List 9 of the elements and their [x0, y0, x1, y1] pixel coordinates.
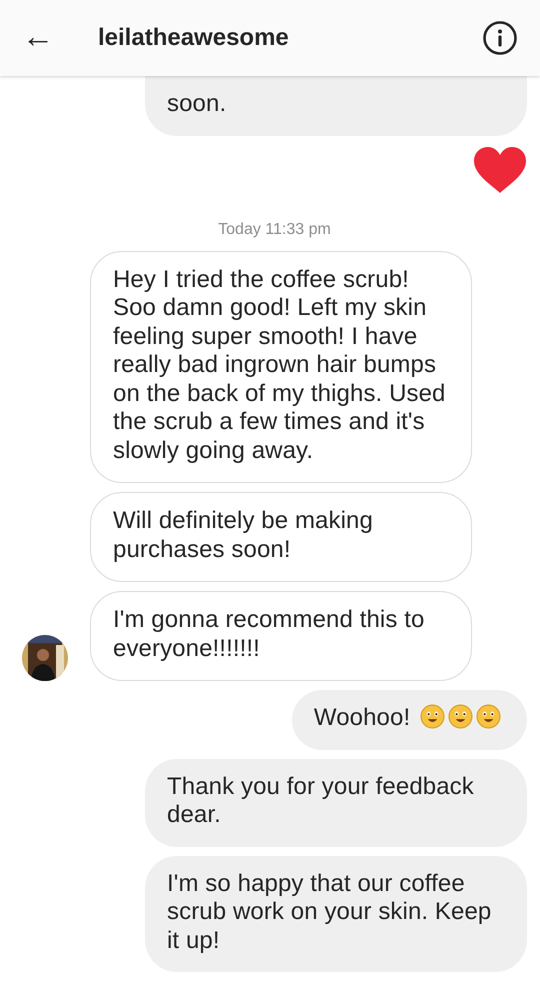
message-bubble: Woohoo!	[292, 690, 527, 750]
message-bubble: Thank you for your feedback dear.	[145, 758, 527, 846]
message-bubble: I'm so happy that our coffee scrub work on your skin. Keep it up!	[145, 856, 527, 972]
back-button[interactable]: ←	[22, 20, 60, 56]
message-bubble: Will definitely be making purchases soon!	[90, 492, 472, 582]
message-bubble: I'm gonna recommend this to everyone!!!!!!!	[90, 591, 472, 681]
info-icon[interactable]	[482, 20, 518, 56]
message-bubble: Hey I tried the coffee scrub! Soo damn good! Left my skin feeling super smooth! I have really bad ingrown hair bumps on the back of my thighs. Used the scrub a few times and it's slowly going away.	[90, 250, 472, 483]
timestamp: Today 11:33 pm	[217, 220, 332, 240]
